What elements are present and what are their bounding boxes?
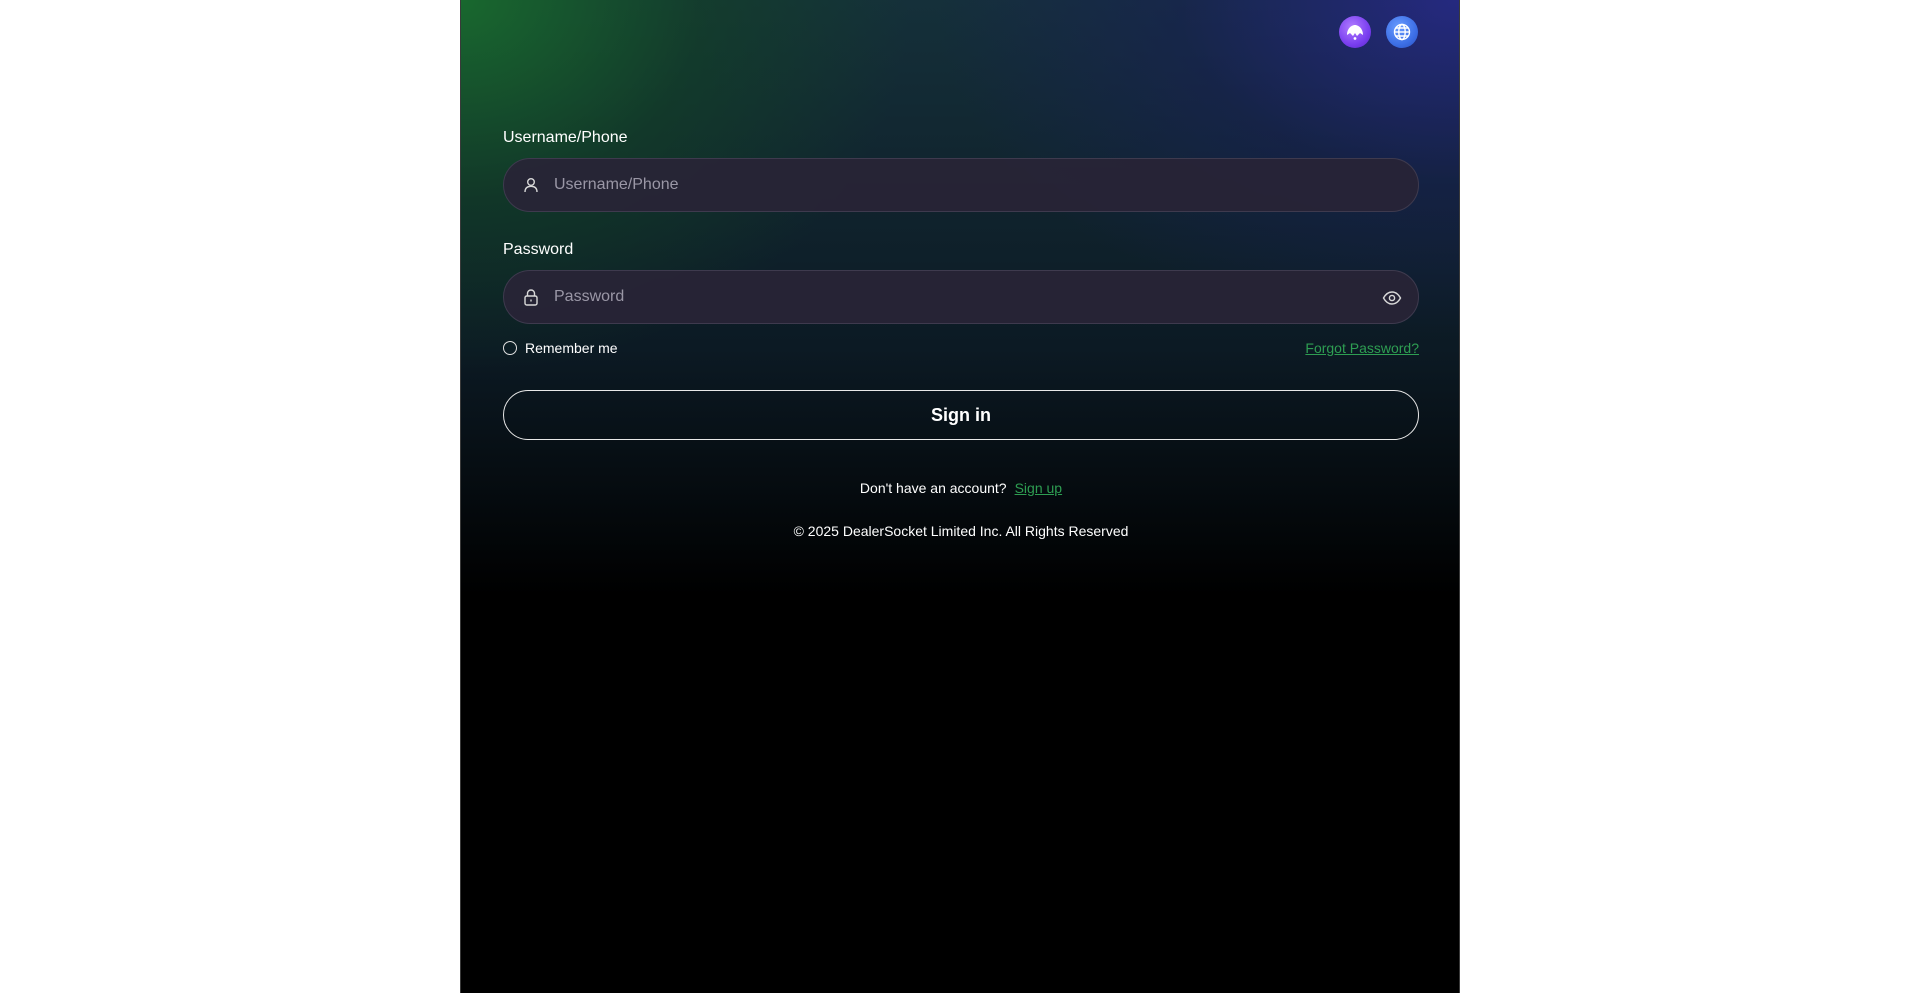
eye-icon[interactable] (1382, 288, 1402, 308)
username-label: Username/Phone (503, 129, 628, 146)
login-form: Username/Phone Password Re (503, 128, 1419, 539)
login-options-row: Remember me Forgot Password? (503, 338, 1419, 358)
sign-in-button[interactable]: Sign in (503, 390, 1419, 440)
copyright-text: © 2025 DealerSocket Limited Inc. All Rig… (793, 523, 1129, 539)
brand-logo-icon[interactable] (1339, 16, 1371, 48)
password-label: Password (503, 241, 574, 258)
username-input[interactable] (554, 159, 1368, 211)
signup-row: Don't have an account? Sign up (503, 480, 1419, 496)
globe-icon[interactable] (1386, 16, 1418, 48)
remember-me-label: Remember me (525, 340, 618, 356)
user-icon (524, 178, 538, 193)
remember-me-radio[interactable] (503, 341, 517, 355)
forgot-password-link[interactable]: Forgot Password? (1305, 340, 1419, 356)
password-input[interactable] (554, 271, 1368, 323)
password-field[interactable] (503, 270, 1419, 324)
remember-me-toggle[interactable]: Remember me (503, 340, 618, 356)
sign-up-link[interactable]: Sign up (1015, 480, 1062, 496)
signup-prompt: Don't have an account? (859, 480, 1007, 496)
login-panel: Username/Phone Password Re (460, 0, 1460, 993)
header-icons (1339, 16, 1418, 48)
lock-icon (524, 289, 538, 306)
username-field[interactable] (503, 158, 1419, 212)
